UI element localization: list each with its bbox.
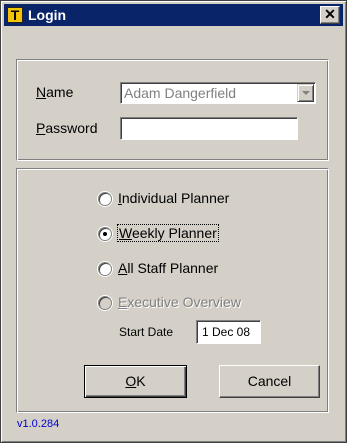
close-icon: ✕ [324, 6, 336, 22]
name-label: Name [36, 84, 74, 100]
radio-button[interactable] [98, 262, 112, 276]
credentials-group [16, 59, 329, 161]
cancel-button[interactable]: Cancel [219, 365, 320, 398]
title-bar[interactable]: T Login ✕ [4, 4, 343, 26]
radio-button [98, 296, 112, 310]
start-date-label: Start Date [119, 325, 174, 339]
dropdown-button[interactable] [297, 84, 314, 102]
radio-label: Executive Overview [118, 294, 241, 310]
close-button[interactable]: ✕ [320, 6, 340, 24]
name-dropdown[interactable]: Adam Dangerfield [120, 82, 316, 104]
radio-button[interactable] [98, 227, 112, 241]
radio-selected-dot [103, 232, 107, 236]
name-dropdown-value: Adam Dangerfield [124, 85, 237, 101]
start-date-field[interactable]: 1 Dec 08 [196, 320, 261, 344]
radio-label: Weekly Planner [117, 224, 219, 242]
radio-button[interactable] [98, 192, 112, 206]
radio-label: Individual Planner [118, 190, 230, 206]
version-label: v1.0.284 [17, 418, 60, 430]
password-label: Password [36, 120, 98, 136]
window-title: Login [28, 7, 67, 23]
ok-button[interactable]: OK [84, 365, 187, 398]
login-window: T Login ✕ Name Adam Dangerfield Password… [0, 0, 347, 443]
chevron-down-icon [302, 91, 310, 95]
radio-label: All Staff Planner [118, 260, 219, 276]
password-field[interactable] [120, 117, 298, 140]
app-logo-icon: T [7, 7, 23, 23]
